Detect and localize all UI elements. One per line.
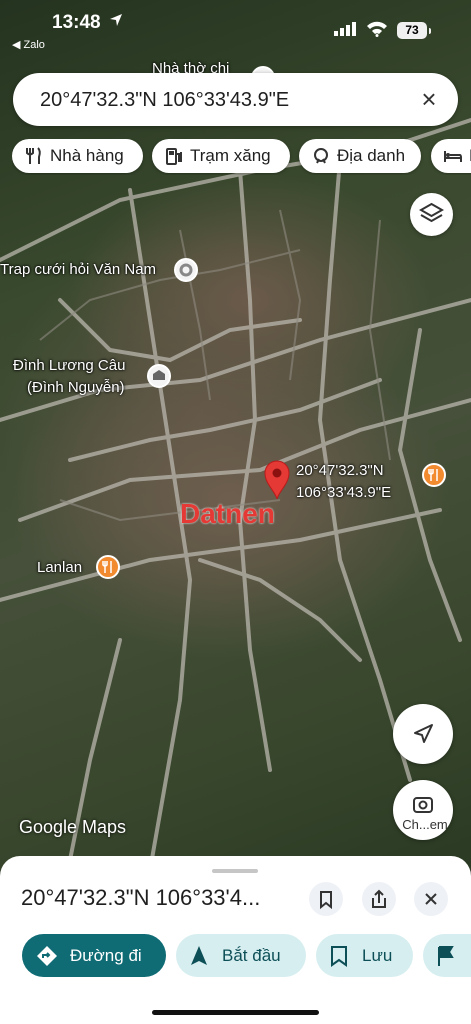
directions-icon — [37, 945, 57, 966]
bookmark-icon — [331, 945, 347, 967]
chip-restaurants[interactable]: Nhà hàng — [12, 139, 143, 173]
category-chips: Nhà hàng Trạm xăng Địa danh K — [12, 139, 471, 175]
datnen-watermark: Datnen — [180, 498, 275, 529]
chip-landmarks[interactable]: Địa danh — [299, 139, 421, 173]
save-button[interactable]: Lưu — [316, 934, 413, 977]
status-bar: 13:48 73 — [0, 0, 471, 40]
save-label: Lưu — [362, 945, 393, 965]
share-icon — [372, 889, 386, 908]
layers-button[interactable] — [410, 193, 453, 236]
pin-longitude-label[interactable]: 106°33'43.9"E — [296, 484, 391, 501]
street-view-label: Ch...em — [402, 817, 448, 832]
chip-gas-stations[interactable]: Trạm xăng — [152, 139, 290, 173]
close-icon[interactable]: × — [414, 85, 444, 115]
pin-latitude-label[interactable]: 20°47'32.3"N — [296, 462, 384, 479]
place-title: 20°47'32.3"N 106°33'4... — [21, 885, 261, 910]
sheet-drag-handle[interactable] — [212, 869, 258, 873]
battery-indicator: 73 — [397, 22, 431, 39]
restaurant-icon — [26, 147, 41, 164]
chip-label: Nhà hàng — [50, 146, 124, 165]
action-row: Đường đi Bắt đầu Lưu — [0, 934, 471, 978]
directions-button[interactable]: Đường đi — [22, 934, 166, 977]
location-services-icon — [110, 14, 122, 26]
search-bar[interactable]: 20°47'32.3"N 106°33'43.9"E × — [13, 73, 458, 126]
landmark-icon — [314, 148, 328, 164]
home-indicator[interactable] — [152, 1010, 319, 1015]
place-poi-icon[interactable] — [174, 258, 198, 282]
close-sheet-button[interactable] — [414, 882, 448, 916]
share-button[interactable] — [362, 882, 396, 916]
cellular-signal-icon — [334, 22, 356, 41]
layers-icon — [418, 202, 445, 223]
restaurant-poi-icon[interactable] — [96, 555, 120, 579]
wifi-icon — [366, 20, 388, 42]
bookmark-icon — [320, 891, 332, 910]
gas-station-icon — [166, 148, 182, 165]
temple-label-line2[interactable]: (Đình Nguyễn) — [27, 379, 125, 396]
google-maps-logo: Google Maps — [19, 817, 127, 837]
close-icon — [425, 893, 437, 905]
dropped-pin-icon[interactable] — [262, 458, 292, 500]
directions-label: Đường đi — [70, 945, 142, 965]
wedding-service-label[interactable]: Trap cưới hỏi Văn Nam — [0, 261, 156, 278]
start-label: Bắt đầu — [222, 945, 281, 965]
chip-hotels[interactable]: K — [431, 139, 471, 173]
lanlan-label[interactable]: Lanlan — [37, 559, 82, 576]
flag-icon — [438, 945, 454, 966]
temple-label-line1[interactable]: Đình Lương Câu — [13, 357, 125, 374]
hotel-icon — [444, 151, 462, 162]
navigation-arrow-icon — [414, 724, 433, 743]
temple-poi-icon[interactable] — [147, 364, 171, 388]
start-button[interactable]: Bắt đầu — [176, 934, 306, 977]
search-input[interactable]: 20°47'32.3"N 106°33'43.9"E — [40, 89, 289, 112]
place-sheet: 20°47'32.3"N 106°33'4... Đường đi Bắt đầ… — [0, 856, 471, 1024]
restaurant-poi-icon-2[interactable] — [422, 463, 446, 487]
navigation-arrow-icon — [191, 945, 207, 965]
location-dot-icon — [179, 263, 193, 277]
chip-label: Trạm xăng — [190, 146, 271, 165]
label-button[interactable] — [423, 934, 471, 977]
my-location-button[interactable] — [393, 704, 453, 764]
chip-label: Địa danh — [337, 146, 406, 165]
back-to-app-link[interactable]: ◀ Zalo — [12, 38, 45, 51]
status-time: 13:48 — [52, 12, 101, 33]
save-place-button[interactable] — [309, 882, 343, 916]
